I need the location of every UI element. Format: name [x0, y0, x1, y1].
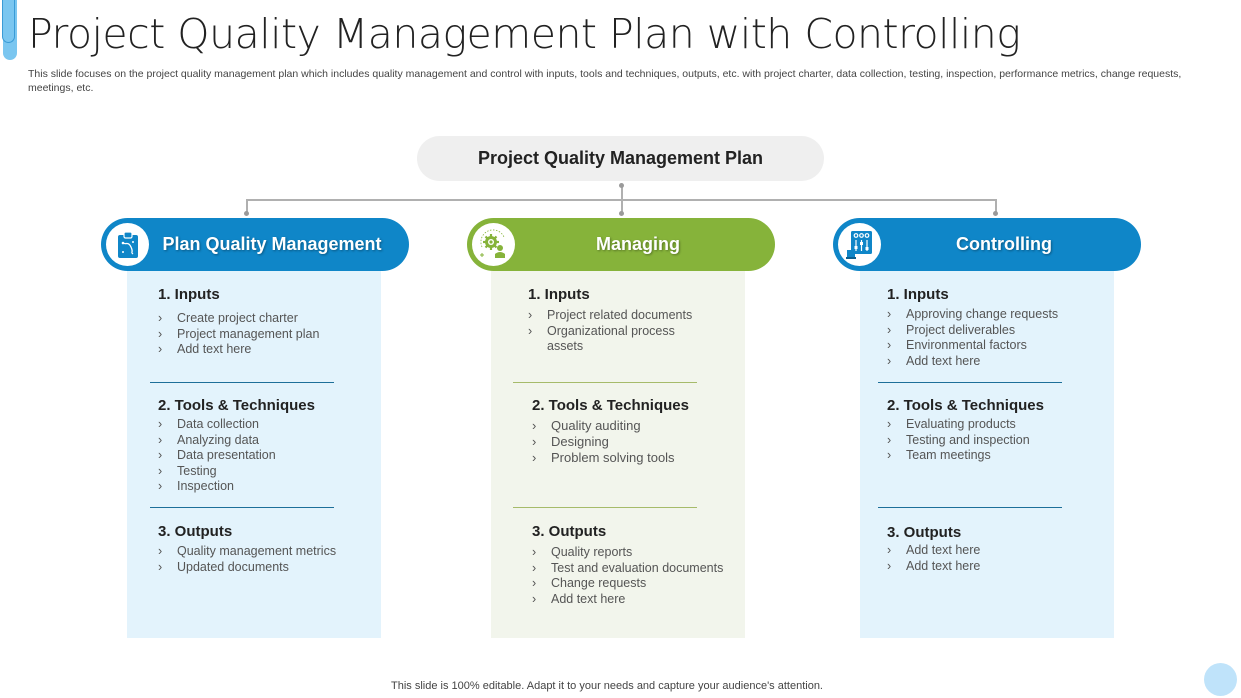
list-item: Project management plan: [158, 327, 373, 343]
bullet-list: Add text here Add text here: [887, 543, 1107, 574]
list-item: Organizational process assets: [528, 324, 698, 355]
section-heading: 2. Tools & Techniques: [887, 397, 1044, 414]
list-item: Evaluating products: [887, 417, 1107, 433]
list-item: Project deliverables: [887, 323, 1107, 339]
bullet-list: Quality auditing Designing Problem solvi…: [532, 418, 737, 466]
list-item: Create project charter: [158, 311, 373, 327]
list-item: Quality management metrics: [158, 544, 373, 560]
connector-dot: [993, 211, 998, 216]
icon-badge: [472, 223, 515, 266]
section-heading: 3. Outputs: [158, 523, 233, 540]
list-item: Quality auditing: [532, 418, 737, 434]
icon-badge: [106, 223, 149, 266]
list-item: Testing: [158, 464, 373, 480]
section-divider: [878, 507, 1062, 508]
list-item: Quality reports: [532, 545, 742, 561]
list-item: Data presentation: [158, 448, 373, 464]
column-header-managing: Managing: [467, 218, 775, 271]
section-divider: [878, 382, 1062, 383]
bullet-list: Project related documents Organizational…: [528, 308, 698, 355]
icon-badge: [838, 223, 881, 266]
section-heading: 1. Inputs: [158, 286, 220, 303]
section-divider: [513, 382, 697, 383]
root-node-label: Project Quality Management Plan: [477, 148, 764, 168]
clipboard-icon: [117, 230, 138, 258]
column-panel-managing: 1. Inputs Project related documents Orga…: [491, 271, 745, 638]
section-heading: 3. Outputs: [532, 523, 607, 540]
column-header-label: Plan Quality Management: [162, 234, 382, 254]
list-item: Add text here: [887, 354, 1107, 370]
section-heading: 1. Inputs: [887, 286, 949, 303]
connector-dot: [244, 211, 249, 216]
list-item: Approving change requests: [887, 307, 1107, 323]
slide-subtitle: This slide focuses on the project qualit…: [28, 68, 1182, 94]
bullet-list: Evaluating products Testing and inspecti…: [887, 417, 1107, 464]
bullet-list: Create project charter Project managemen…: [158, 311, 373, 358]
bullet-list: Approving change requests Project delive…: [887, 307, 1107, 369]
column-panel-controlling: 1. Inputs Approving change requests Proj…: [860, 271, 1114, 638]
section-divider: [150, 507, 334, 508]
footer-note: This slide is 100% editable. Adapt it to…: [391, 680, 823, 692]
control-panel-icon: [845, 230, 872, 259]
bullet-list: Quality management metrics Updated docum…: [158, 544, 373, 575]
slide-title: Project Quality Management Plan with Con…: [28, 10, 1021, 58]
connector-dot: [619, 183, 624, 188]
connector-dot: [619, 211, 624, 216]
list-item: Add text here: [887, 543, 1107, 559]
column-panel-plan-quality: 1. Inputs Create project charter Project…: [127, 271, 381, 638]
list-item: Analyzing data: [158, 433, 373, 449]
list-item: Team meetings: [887, 448, 1107, 464]
section-divider: [150, 382, 334, 383]
list-item: Change requests: [532, 576, 742, 592]
list-item: Test and evaluation documents: [532, 561, 742, 577]
accent-bar-outline: [2, 0, 15, 43]
connector-horizontal: [246, 199, 996, 201]
decorative-circle: [1204, 663, 1237, 696]
list-item: Data collection: [158, 417, 373, 433]
section-divider: [513, 507, 697, 508]
bullet-list: Data collection Analyzing data Data pres…: [158, 417, 373, 495]
section-heading: 1. Inputs: [528, 286, 590, 303]
column-header-label: Controlling: [956, 234, 1052, 254]
list-item: Inspection: [158, 479, 373, 495]
list-item: Problem solving tools: [532, 450, 737, 466]
section-heading: 2. Tools & Techniques: [158, 397, 315, 414]
list-item: Testing and inspection: [887, 433, 1107, 449]
column-header-label: Managing: [596, 234, 680, 254]
list-item: Add text here: [887, 559, 1107, 575]
list-item: Environmental factors: [887, 338, 1107, 354]
list-item: Add text here: [532, 592, 742, 608]
column-header-plan-quality: Plan Quality Management: [101, 218, 409, 271]
list-item: Project related documents: [528, 308, 698, 324]
list-item: Updated documents: [158, 560, 373, 576]
section-heading: 2. Tools & Techniques: [532, 397, 689, 414]
bullet-list: Quality reports Test and evaluation docu…: [532, 545, 742, 607]
section-heading: 3. Outputs: [887, 524, 962, 541]
column-header-controlling: Controlling: [833, 218, 1141, 271]
root-node: Project Quality Management Plan: [417, 136, 824, 181]
list-item: Add text here: [158, 342, 373, 358]
gear-person-icon: [479, 229, 505, 258]
list-item: Designing: [532, 434, 737, 450]
